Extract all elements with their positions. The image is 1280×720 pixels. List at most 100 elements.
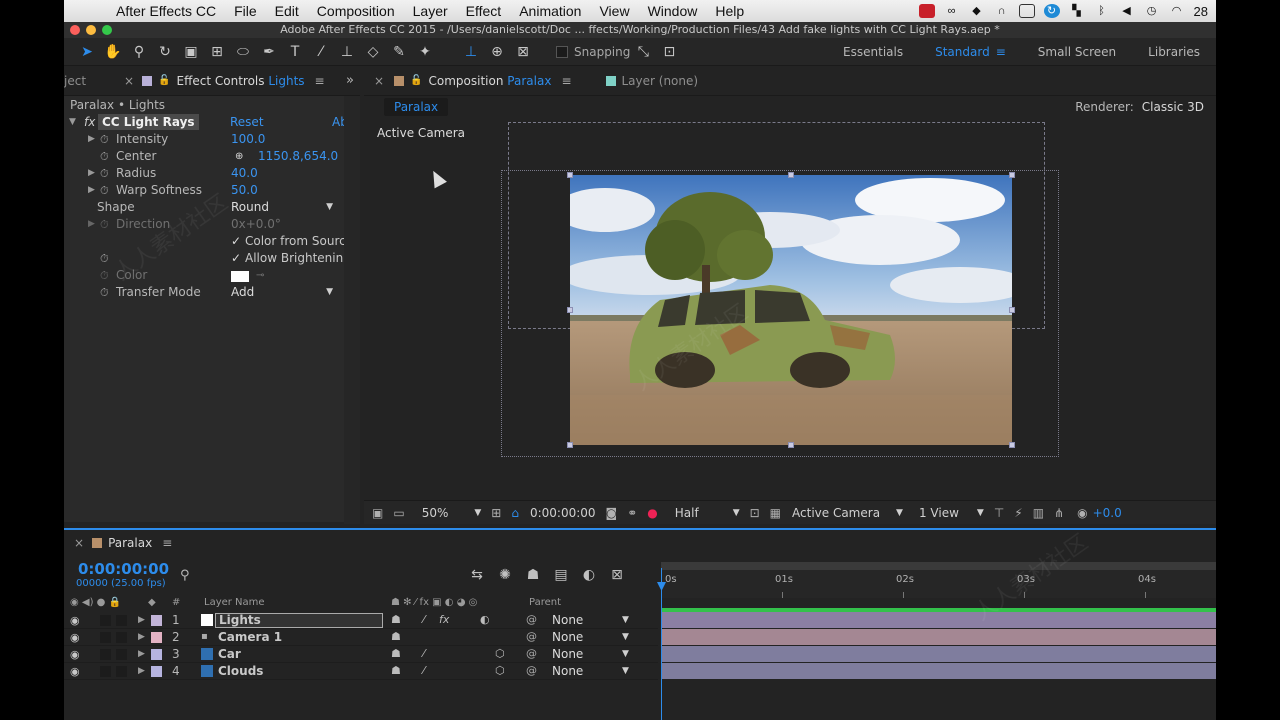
snapping-checkbox[interactable] <box>556 45 568 58</box>
visibility-eye-icon[interactable]: ◉ <box>70 665 80 678</box>
close-tab-icon[interactable]: × <box>374 74 384 88</box>
composition-mini-flowchart-icon[interactable]: ⇆ <box>468 567 486 583</box>
reset-link[interactable]: Reset <box>230 114 264 131</box>
creative-cloud-icon[interactable]: ∞ <box>944 4 960 18</box>
lock-toggle[interactable] <box>116 649 127 660</box>
menu-app-name[interactable]: After Effects CC <box>104 3 225 19</box>
hand-tool-icon[interactable]: ✋ <box>100 41 126 63</box>
layer-name[interactable]: Clouds <box>218 664 263 678</box>
expand-triangle-icon[interactable]: ▶ <box>88 216 95 233</box>
renderer-info[interactable]: Renderer: Classic 3D <box>1075 100 1204 114</box>
close-tab-icon[interactable]: × <box>124 74 134 88</box>
bluetooth-icon[interactable]: ᛒ <box>1094 4 1110 18</box>
transparency-grid-icon[interactable]: ▦ <box>770 506 781 520</box>
tab-project[interactable]: ject <box>64 74 116 88</box>
visibility-eye-icon[interactable]: ◉ <box>70 648 80 661</box>
record-icon[interactable] <box>918 4 935 18</box>
layer-name-header[interactable]: Layer Name <box>204 597 265 608</box>
close-window-button[interactable] <box>70 25 80 35</box>
parent-dropdown[interactable]: None <box>552 647 583 661</box>
visibility-eye-icon[interactable]: ◉ <box>70 631 80 644</box>
parent-dropdown[interactable]: None <box>552 613 583 627</box>
ellipse-tool-icon[interactable]: ⬭ <box>230 41 256 63</box>
layer-label-color[interactable] <box>151 649 162 660</box>
3d-layer-switch-icon[interactable]: ⬡ <box>495 664 505 677</box>
composition-viewer[interactable]: Active Camera <box>364 118 1216 498</box>
comp-breadcrumb[interactable]: Paralax <box>384 98 449 116</box>
layer-name[interactable]: Car <box>218 647 241 661</box>
layer-bar-lights[interactable] <box>661 612 1216 628</box>
transform-handle[interactable] <box>788 172 794 178</box>
timeline-timecode[interactable]: 0:00:00:00 <box>78 560 169 578</box>
menubar-clock[interactable]: 28 <box>1194 4 1208 19</box>
rotation-tool-icon[interactable]: ↻ <box>152 41 178 63</box>
close-tab-icon[interactable]: × <box>74 536 84 550</box>
work-area-bar[interactable] <box>661 562 1216 570</box>
fx-toggle-icon[interactable]: fx <box>84 114 95 131</box>
display-icon[interactable] <box>1018 4 1035 18</box>
color-swatch[interactable] <box>231 271 249 282</box>
dropdown-caret-icon[interactable]: ▼ <box>474 508 481 518</box>
search-icon[interactable]: ⚲ <box>180 568 190 583</box>
timeline-tab[interactable]: × Paralax ≡ <box>64 530 1216 556</box>
transform-handle[interactable] <box>1009 307 1015 313</box>
quality-switch-icon[interactable]: ⁄ <box>423 664 425 677</box>
effect-controls-scrollbar[interactable] <box>344 96 360 524</box>
pen-tool-icon[interactable]: ✒ <box>256 41 282 63</box>
shy-switch-icon[interactable]: ☗ <box>391 664 401 677</box>
pickwhip-icon[interactable]: @ <box>526 613 537 626</box>
channels-icon[interactable]: ● <box>647 506 657 520</box>
panel-menu-icon[interactable]: ≡ <box>315 74 325 88</box>
menu-effect[interactable]: Effect <box>457 3 511 19</box>
workspace-libraries[interactable]: Libraries <box>1132 45 1216 59</box>
wifi-icon[interactable]: ◠ <box>1169 4 1185 18</box>
shy-switch-icon[interactable]: ☗ <box>391 613 401 626</box>
reset-exposure-icon[interactable]: ◉ <box>1077 506 1087 520</box>
expand-triangle-icon[interactable]: ▶ <box>138 666 145 676</box>
dropbox-icon[interactable]: ◆ <box>969 4 985 18</box>
pickwhip-icon[interactable]: @ <box>526 630 537 643</box>
graph-editor-icon[interactable]: ⊠ <box>608 567 626 583</box>
menu-composition[interactable]: Composition <box>308 3 404 19</box>
dropdown-caret-icon[interactable]: ▼ <box>733 508 740 518</box>
collapse-triangle-icon[interactable]: ▼ <box>69 114 76 131</box>
exposure-value[interactable]: +0.0 <box>1093 506 1122 520</box>
timeline-graph-area[interactable]: 0s 01s 02s 03s 04s <box>657 558 1216 720</box>
transform-handle[interactable] <box>567 307 573 313</box>
stopwatch-icon[interactable]: ⏱ <box>100 284 109 301</box>
property-value[interactable]: 100.0 <box>231 131 265 148</box>
menu-animation[interactable]: Animation <box>510 3 590 19</box>
timeline-icon[interactable]: ▥ <box>1033 506 1044 520</box>
snapping-options-icon[interactable]: ⤡ <box>630 41 656 63</box>
lock-icon[interactable]: 🔓 <box>410 75 422 86</box>
puppet-pin-tool-icon[interactable]: ✦ <box>412 41 438 63</box>
zoom-dropdown[interactable]: 50% <box>422 506 449 520</box>
expand-triangle-icon[interactable]: ▶ <box>138 615 145 625</box>
local-axis-icon[interactable]: ⊥ <box>458 41 484 63</box>
monitor-icon[interactable]: ▭ <box>393 506 404 520</box>
camera-tool-icon[interactable]: ▣ <box>178 41 204 63</box>
transform-handle[interactable] <box>1009 442 1015 448</box>
property-value[interactable]: 40.0 <box>231 165 258 182</box>
menu-help[interactable]: Help <box>706 3 753 19</box>
expand-triangle-icon[interactable]: ▶ <box>88 131 95 148</box>
crosshair-icon[interactable]: ⊕ <box>235 148 243 165</box>
solo-toggle[interactable] <box>100 615 111 626</box>
quality-switch-icon[interactable]: ⁄ <box>423 647 425 660</box>
expand-triangle-icon[interactable]: ▶ <box>138 632 145 642</box>
dropdown-caret-icon[interactable]: ▼ <box>977 508 984 518</box>
zoom-tool-icon[interactable]: ⚲ <box>126 41 152 63</box>
layer-name[interactable]: Lights <box>215 613 383 628</box>
toggle-pixel-aspect-icon[interactable]: ⊤ <box>994 506 1004 520</box>
solo-toggle[interactable] <box>100 649 111 660</box>
clone-stamp-tool-icon[interactable]: ⊥ <box>334 41 360 63</box>
eraser-tool-icon[interactable]: ◇ <box>360 41 386 63</box>
sync-icon[interactable]: ↻ <box>1043 4 1060 18</box>
pan-behind-tool-icon[interactable]: ⊞ <box>204 41 230 63</box>
snapshot-icon[interactable]: ◙ <box>606 506 618 520</box>
resolution-dropdown[interactable]: Half <box>675 506 699 520</box>
volume-icon[interactable]: ◀ <box>1119 4 1135 18</box>
dropdown-caret-icon[interactable]: ▼ <box>896 508 903 518</box>
current-time-display[interactable]: 0:00:00:00 <box>530 506 596 520</box>
adjustment-switch-icon[interactable]: ◐ <box>480 613 490 626</box>
